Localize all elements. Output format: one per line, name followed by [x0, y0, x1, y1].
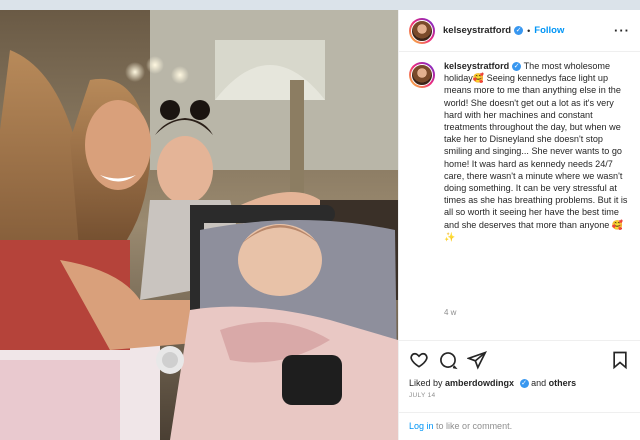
login-link[interactable]: Log in — [409, 421, 434, 431]
verified-icon: ✓ — [519, 379, 529, 389]
header-username[interactable]: kelseystratford — [443, 25, 511, 36]
verified-icon: ✓ — [512, 62, 522, 72]
caption-block: kelseystratford ✓ The most wholesome holi… — [409, 60, 632, 243]
liked-by-user[interactable]: amberdowdingx — [445, 378, 514, 388]
caption: kelseystratford ✓ The most wholesome holi… — [444, 60, 632, 243]
liked-by-prefix: Liked by — [409, 378, 443, 388]
comment-icon[interactable] — [438, 350, 458, 370]
photo-scene — [0, 10, 398, 440]
bookmark-icon[interactable] — [610, 350, 630, 370]
more-options-icon[interactable]: ··· — [614, 23, 630, 38]
post-header: kelseystratford ✓ • Follow ··· — [399, 10, 640, 52]
separator-dot: • — [527, 25, 531, 36]
follow-button[interactable]: Follow — [534, 25, 564, 36]
post-side-panel: kelseystratford ✓ • Follow ··· kelseystr… — [398, 10, 640, 440]
login-suffix: to like or comment. — [436, 421, 513, 431]
login-prompt: Log in to like or comment. — [399, 412, 640, 440]
heart-icon[interactable] — [409, 350, 429, 370]
liked-by-others[interactable]: others — [549, 378, 577, 388]
likes-line: Liked by amberdowdingx ✓ and others — [399, 370, 640, 389]
caption-avatar[interactable] — [409, 62, 435, 88]
action-icons — [399, 341, 640, 370]
post-date[interactable]: JULY 14 — [399, 388, 640, 399]
caption-time[interactable]: 4 w — [444, 308, 456, 317]
verified-icon: ✓ — [514, 26, 524, 35]
avatar[interactable] — [409, 17, 435, 44]
share-icon[interactable] — [467, 350, 487, 370]
caption-text: The most wholesome holiday🥰 Seeing kenne… — [444, 61, 628, 242]
liked-by-suffix: and — [531, 378, 547, 388]
instagram-post-embed: kelseystratford ✓ • Follow ··· kelseystr… — [0, 10, 640, 440]
post-photo[interactable] — [0, 10, 398, 440]
caption-username[interactable]: kelseystratford — [444, 61, 509, 71]
